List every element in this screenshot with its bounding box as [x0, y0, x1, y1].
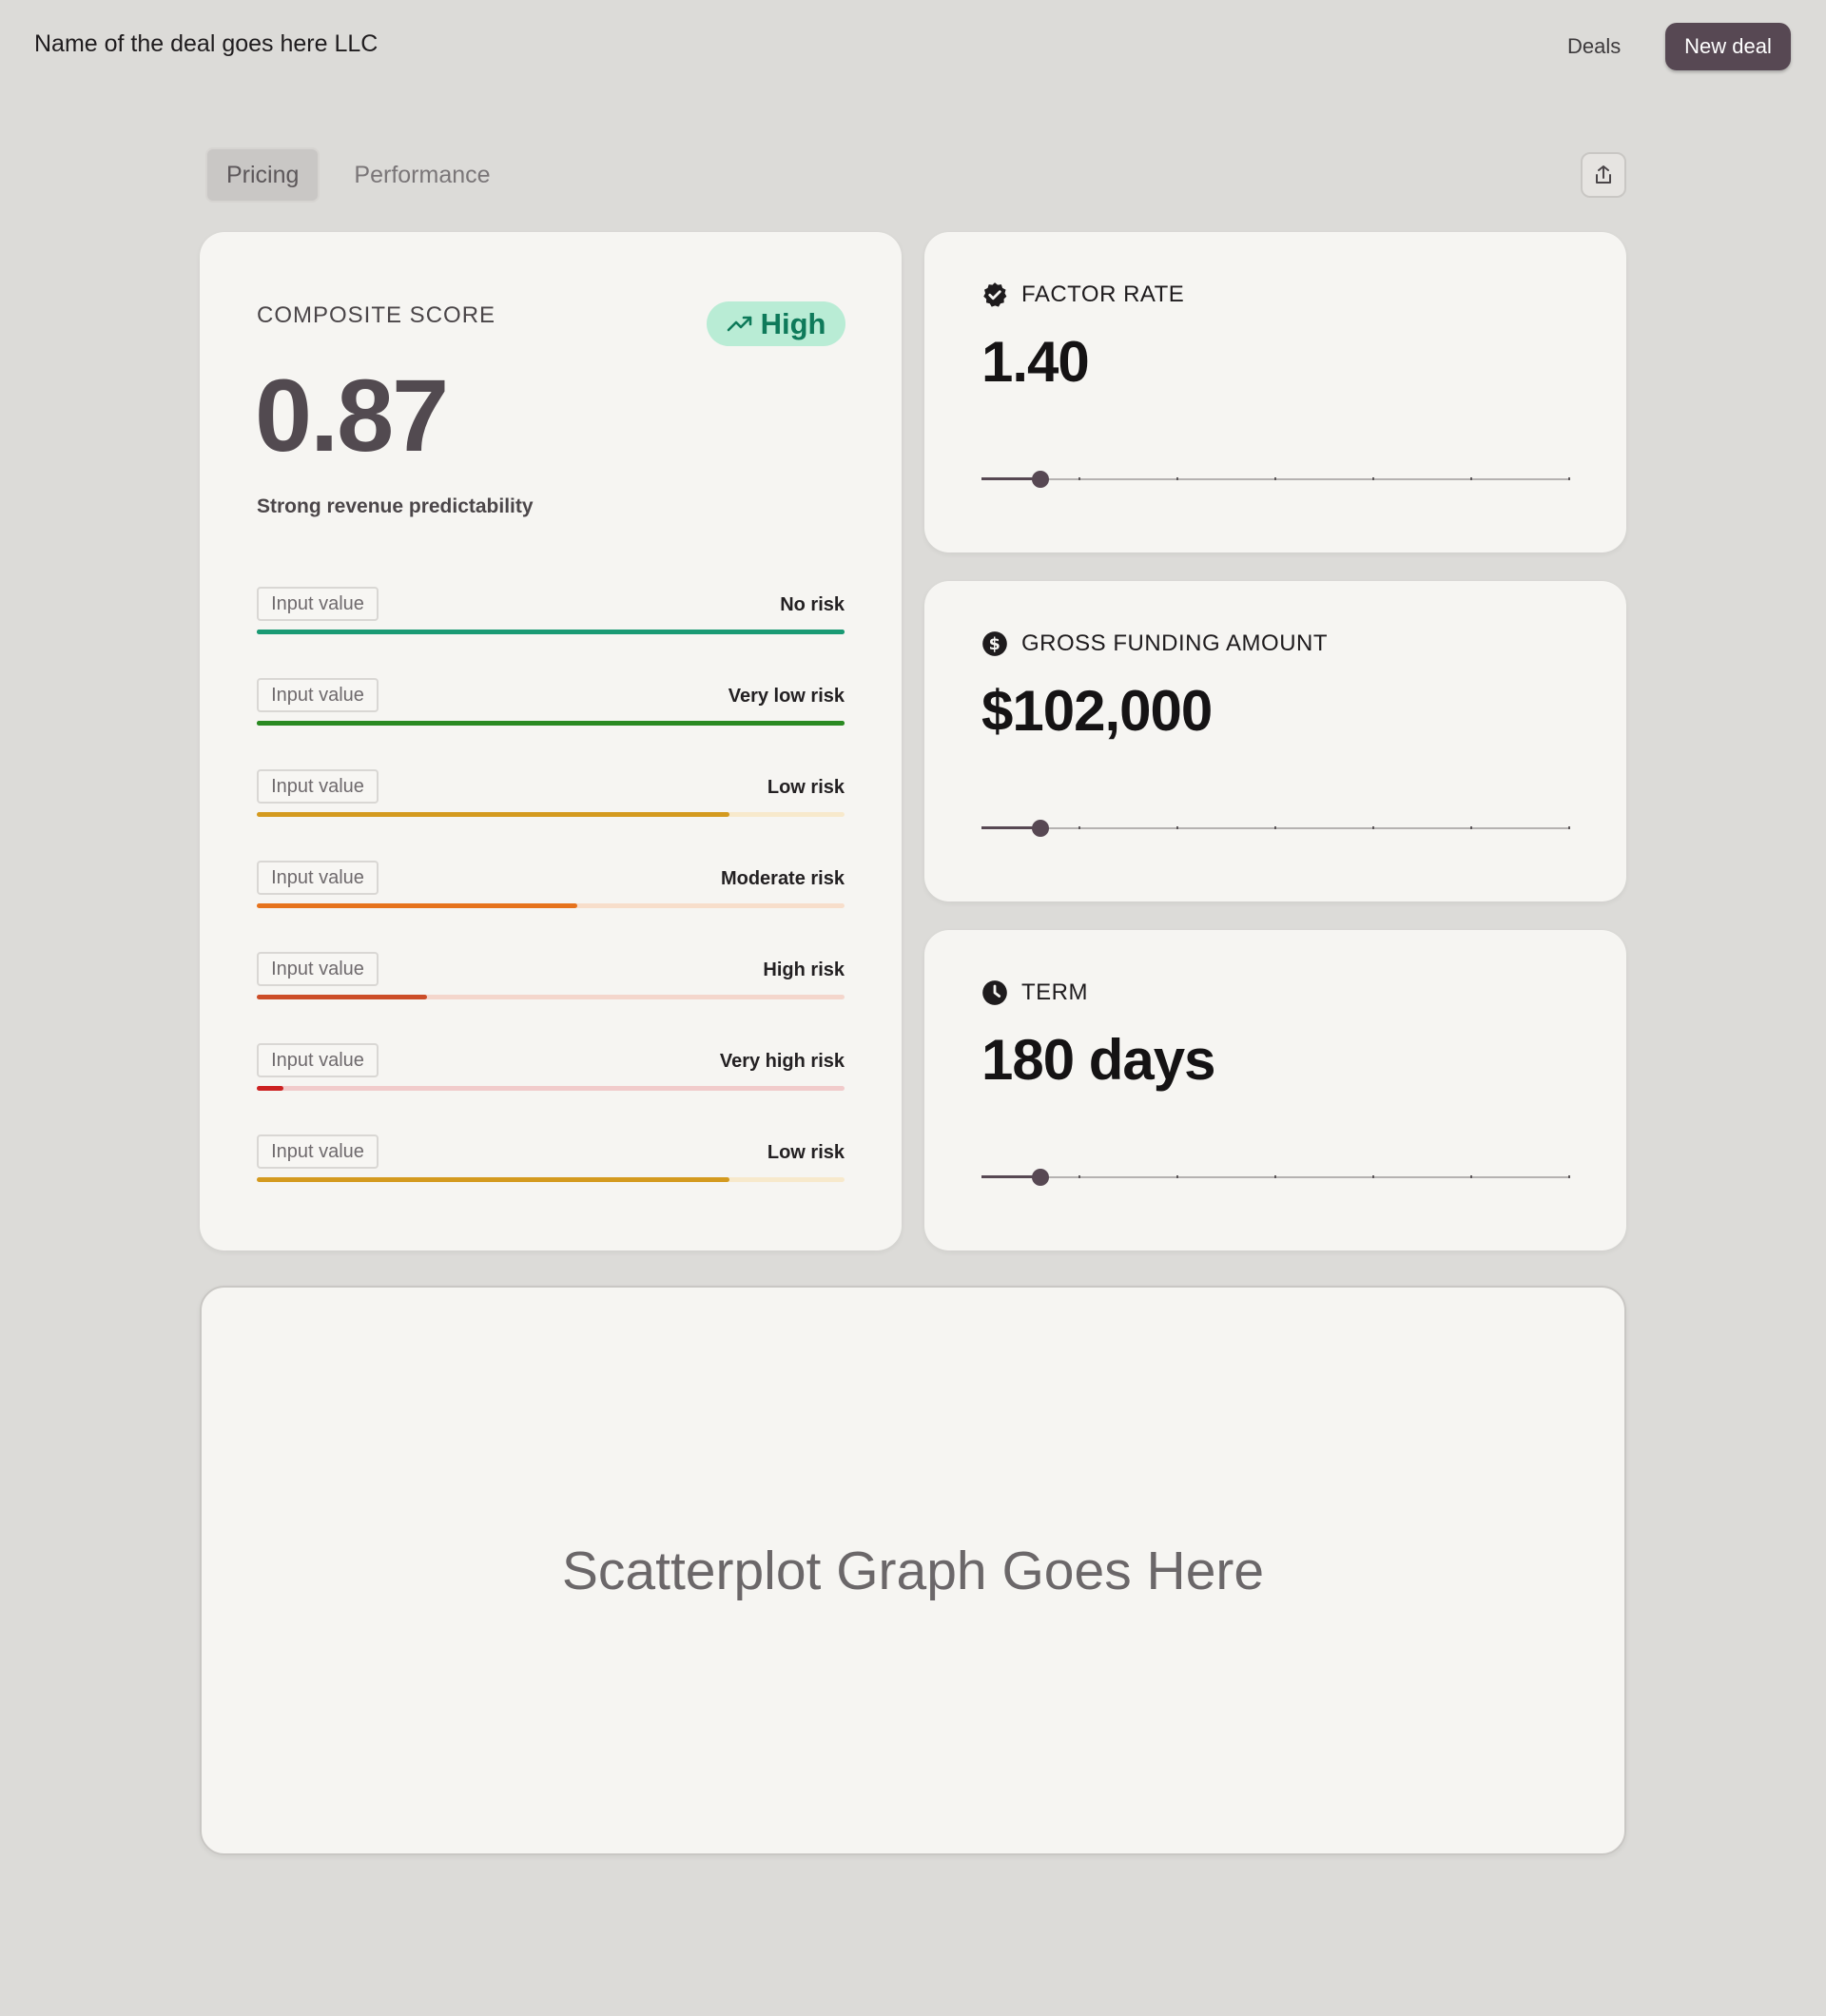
tab-performance[interactable]: Performance	[335, 147, 509, 203]
slider-thumb[interactable]	[1031, 1169, 1049, 1186]
gross-funding-value: $102,000	[981, 679, 1213, 743]
risk-input-field[interactable]: Input value	[257, 861, 379, 895]
slider-tick	[1274, 826, 1276, 829]
scatterplot-placeholder-text: Scatterplot Graph Goes Here	[561, 1540, 1265, 1601]
slider-tick	[1078, 826, 1081, 829]
factor-rate-header: FACTOR RATE	[981, 281, 1184, 308]
term-header: TERM	[981, 979, 1088, 1006]
slider-tick	[1175, 1175, 1178, 1178]
risk-input-field[interactable]: Input value	[257, 1043, 379, 1077]
risk-row: Input value High risk	[257, 952, 845, 999]
risk-row: Input value Low risk	[257, 1134, 845, 1182]
deal-name: Name of the deal goes here LLC	[34, 30, 379, 57]
risk-input-field[interactable]: Input value	[257, 1134, 379, 1169]
slider-tick	[1568, 826, 1570, 829]
composite-score-label: COMPOSITE SCORE	[257, 302, 496, 328]
top-bar: Name of the deal goes here LLC Deals New…	[0, 0, 1826, 95]
risk-level-label: Low risk	[767, 1142, 845, 1163]
risk-bar-fill	[257, 812, 730, 817]
term-slider[interactable]	[981, 1168, 1570, 1187]
svg-text:$: $	[989, 635, 1001, 654]
new-deal-button[interactable]: New deal	[1665, 23, 1791, 70]
slider-tick	[1175, 826, 1178, 829]
risk-bar-fill	[257, 1086, 283, 1091]
factor-rate-slider[interactable]	[981, 470, 1570, 489]
tab-pricing[interactable]: Pricing	[205, 147, 321, 203]
risk-bar-fill	[257, 995, 428, 999]
risk-bar-fill	[257, 903, 577, 908]
factor-rate-value: 1.40	[981, 330, 1090, 394]
tab-bar: Pricing Performance	[205, 147, 510, 203]
risk-bar-track	[257, 721, 845, 726]
score-badge-label: High	[760, 306, 826, 340]
risk-bar-track	[257, 903, 845, 908]
risk-row: Input value Moderate risk	[257, 861, 845, 908]
risk-bar-track	[257, 1086, 845, 1091]
gross-funding-slider[interactable]	[981, 819, 1570, 838]
share-icon	[1596, 165, 1611, 184]
nav-deals-link[interactable]: Deals	[1567, 34, 1621, 59]
risk-bar-track	[257, 812, 845, 817]
slider-tick	[1372, 1175, 1375, 1178]
slider-tick	[1078, 477, 1081, 480]
slider-thumb[interactable]	[1031, 820, 1049, 837]
factor-rate-label: FACTOR RATE	[1021, 281, 1185, 307]
composite-score-value: 0.87	[255, 358, 449, 473]
share-button[interactable]	[1581, 152, 1626, 198]
composite-score-card: COMPOSITE SCORE High 0.87 Strong revenue…	[200, 232, 902, 1250]
risk-input-field[interactable]: Input value	[257, 678, 379, 712]
composite-score-subtitle: Strong revenue predictability	[257, 495, 534, 517]
term-value: 180 days	[981, 1028, 1216, 1092]
risk-bar-fill	[257, 721, 845, 726]
slider-tick	[1372, 477, 1375, 480]
slider-tick	[1175, 477, 1178, 480]
risk-bar-fill	[257, 1177, 730, 1182]
scatterplot-placeholder-card: Scatterplot Graph Goes Here	[200, 1286, 1626, 1855]
risk-input-field[interactable]: Input value	[257, 587, 379, 621]
slider-tick	[1568, 1175, 1570, 1178]
risk-bar-track	[257, 995, 845, 999]
slider-tick	[1274, 1175, 1276, 1178]
risk-row: Input value Low risk	[257, 769, 845, 817]
risk-level-label: No risk	[780, 594, 845, 615]
gross-funding-header: $ GROSS FUNDING AMOUNT	[981, 630, 1328, 657]
risk-row: Input value No risk	[257, 587, 845, 634]
risk-input-field[interactable]: Input value	[257, 769, 379, 804]
risk-level-label: Very high risk	[719, 1051, 845, 1072]
gross-funding-label: GROSS FUNDING AMOUNT	[1021, 630, 1329, 656]
slider-tick	[1372, 826, 1375, 829]
risk-row: Input value Very high risk	[257, 1043, 845, 1091]
risk-level-label: Very low risk	[728, 686, 845, 707]
factor-rate-card: FACTOR RATE 1.40	[924, 232, 1626, 552]
slider-tick	[1469, 477, 1472, 480]
risk-level-label: High risk	[763, 960, 845, 980]
score-badge: High	[707, 301, 845, 346]
risk-level-label: Low risk	[767, 777, 845, 798]
risk-level-label: Moderate risk	[720, 868, 845, 889]
slider-tick	[1469, 826, 1472, 829]
risk-bar-track	[257, 1177, 845, 1182]
term-label: TERM	[1021, 979, 1088, 1005]
slider-thumb[interactable]	[1031, 471, 1049, 488]
clock-icon	[982, 980, 1007, 1005]
trending-up-icon	[727, 316, 751, 331]
slider-tick	[1568, 477, 1570, 480]
dollar-circle-icon: $	[982, 631, 1007, 656]
risk-bar-track	[257, 630, 845, 634]
verified-check-icon	[983, 282, 1007, 307]
slider-tick	[1469, 1175, 1472, 1178]
term-card: TERM 180 days	[924, 930, 1626, 1250]
gross-funding-card: $ GROSS FUNDING AMOUNT $102,000	[924, 581, 1626, 901]
risk-row: Input value Very low risk	[257, 678, 845, 726]
slider-tick	[1274, 477, 1276, 480]
slider-tick	[1078, 1175, 1081, 1178]
risk-bar-fill	[257, 630, 845, 634]
risk-input-field[interactable]: Input value	[257, 952, 379, 986]
